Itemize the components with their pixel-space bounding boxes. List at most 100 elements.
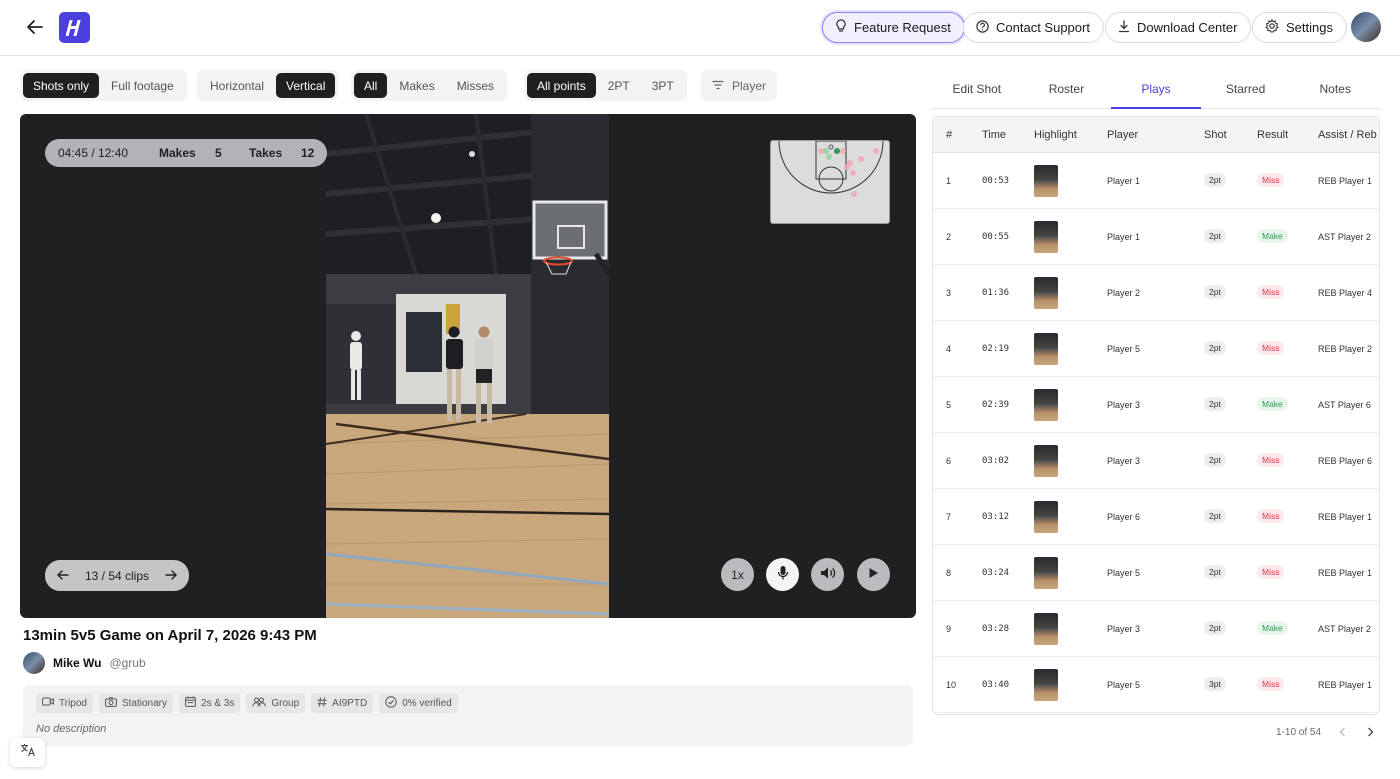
highlight-thumbnail[interactable] xyxy=(1034,333,1058,365)
result-badge: Miss xyxy=(1257,509,1285,523)
filter-3pt[interactable]: 3PT xyxy=(642,73,684,98)
shot-type-badge: 2pt xyxy=(1204,341,1226,355)
result-badge: Make xyxy=(1257,621,1288,635)
filter-makes[interactable]: Makes xyxy=(389,73,444,98)
contact-support-button[interactable]: Contact Support xyxy=(963,12,1104,43)
filter-all[interactable]: All xyxy=(354,73,388,98)
tag-group: Group xyxy=(246,693,306,713)
previous-page-icon[interactable] xyxy=(1335,725,1349,739)
play-button[interactable] xyxy=(857,558,890,591)
row-assist-rebound: REB Player 6 xyxy=(1318,456,1373,466)
result-badge: Miss xyxy=(1257,565,1285,579)
table-row[interactable]: 3 01:36 Player 2 2pt Miss REB Player 4 xyxy=(933,265,1379,321)
row-time: 02:39 xyxy=(982,400,1010,410)
table-row[interactable]: 9 03:28 Player 3 2pt Make AST Player 2 xyxy=(933,601,1379,657)
hash-icon xyxy=(317,696,327,710)
highlight-thumbnail[interactable] xyxy=(1034,277,1058,309)
tab-notes[interactable]: Notes xyxy=(1290,72,1380,108)
row-number: 7 xyxy=(946,512,952,522)
filter-2pt[interactable]: 2PT xyxy=(598,73,640,98)
tab-roster[interactable]: Roster xyxy=(1022,72,1112,108)
filter-shots-only[interactable]: Shots only xyxy=(23,73,100,98)
filter-lines-icon xyxy=(712,79,724,93)
top-header: Feature Request Contact Support Download… xyxy=(0,0,1400,56)
author-name[interactable]: Mike Wu xyxy=(53,656,101,670)
game-meta-box: Tripod Stationary 2s & 3s Group AI9PTD 0… xyxy=(23,685,913,746)
microphone-icon xyxy=(777,565,789,584)
row-number: 4 xyxy=(946,344,952,354)
orientation-filter-group: Horizontal Vertical xyxy=(197,70,339,101)
result-badge: Miss xyxy=(1257,173,1285,187)
highlight-thumbnail[interactable] xyxy=(1034,389,1058,421)
table-row[interactable]: 5 02:39 Player 3 2pt Make AST Player 6 xyxy=(933,377,1379,433)
next-page-icon[interactable] xyxy=(1363,725,1377,739)
tag-label: Stationary xyxy=(121,697,168,709)
filter-vertical[interactable]: Vertical xyxy=(276,73,336,98)
row-player: Player 3 xyxy=(1107,400,1141,410)
highlight-thumbnail[interactable] xyxy=(1034,557,1058,589)
tag-stationary: Stationary xyxy=(98,693,174,713)
microphone-button[interactable] xyxy=(766,558,799,591)
table-row[interactable]: 6 03:02 Player 3 2pt Miss REB Player 6 xyxy=(933,433,1379,489)
highlight-thumbnail[interactable] xyxy=(1034,445,1058,477)
col-time-header: Time xyxy=(982,129,1007,141)
outcome-filter-group: All Makes Misses xyxy=(351,70,508,101)
download-center-button[interactable]: Download Center xyxy=(1105,12,1252,43)
app-logo[interactable] xyxy=(59,12,90,43)
tab-edit-shot[interactable]: Edit Shot xyxy=(932,72,1022,108)
result-badge: Miss xyxy=(1257,453,1285,467)
result-badge: Make xyxy=(1257,397,1288,411)
row-player: Player 5 xyxy=(1107,568,1141,578)
row-assist-rebound: AST Player 2 xyxy=(1318,232,1371,242)
row-assist-rebound: AST Player 6 xyxy=(1318,400,1371,410)
playback-speed-button[interactable]: 1x xyxy=(721,558,754,591)
video-player[interactable]: 04:45 / 12:40 Makes 5 Takes 12 13 / 54 c… xyxy=(20,114,916,618)
feature-request-button[interactable]: Feature Request xyxy=(822,12,965,43)
highlight-thumbnail[interactable] xyxy=(1034,501,1058,533)
filter-full-footage[interactable]: Full footage xyxy=(101,73,184,98)
player-filter-button[interactable]: Player xyxy=(701,70,778,101)
shot-type-badge: 2pt xyxy=(1204,453,1226,467)
table-row[interactable]: 4 02:19 Player 5 2pt Miss REB Player 2 xyxy=(933,321,1379,377)
table-row[interactable]: 7 03:12 Player 6 2pt Miss REB Player 1 xyxy=(933,489,1379,545)
filter-all-points[interactable]: All points xyxy=(527,73,596,98)
highlight-thumbnail[interactable] xyxy=(1034,669,1058,701)
highlight-thumbnail[interactable] xyxy=(1034,165,1058,197)
table-row[interactable]: 8 03:24 Player 5 2pt Miss REB Player 1 xyxy=(933,545,1379,601)
settings-button[interactable]: Settings xyxy=(1252,12,1347,43)
filter-misses[interactable]: Misses xyxy=(447,73,504,98)
back-arrow-icon[interactable] xyxy=(24,16,46,38)
contact-support-label: Contact Support xyxy=(996,20,1090,35)
user-avatar[interactable] xyxy=(1351,12,1381,42)
filter-horizontal[interactable]: Horizontal xyxy=(200,73,274,98)
game-title: 13min 5v5 Game on April 7, 2026 9:43 PM xyxy=(23,627,317,644)
row-time: 03:40 xyxy=(982,680,1010,690)
tab-starred[interactable]: Starred xyxy=(1201,72,1291,108)
highlight-thumbnail[interactable] xyxy=(1034,613,1058,645)
group-icon xyxy=(252,697,267,710)
game-description: No description xyxy=(36,723,107,735)
author-avatar[interactable] xyxy=(23,652,45,674)
shot-type-badge: 2pt xyxy=(1204,509,1226,523)
makes-label: Makes xyxy=(159,146,196,160)
camera-icon xyxy=(105,696,117,710)
tab-plays[interactable]: Plays xyxy=(1111,72,1201,109)
row-player: Player 5 xyxy=(1107,680,1141,690)
previous-clip-icon[interactable] xyxy=(57,569,69,583)
video-timecode: 04:45 / 12:40 xyxy=(58,146,129,160)
table-row[interactable]: 1 00:53 Player 1 2pt Miss REB Player 1 xyxy=(933,153,1379,209)
highlight-thumbnail[interactable] xyxy=(1034,221,1058,253)
row-assist-rebound: REB Player 1 xyxy=(1318,176,1373,186)
help-circle-icon xyxy=(976,19,989,36)
translate-button[interactable] xyxy=(10,738,45,767)
row-player: Player 1 xyxy=(1107,232,1141,242)
volume-button[interactable] xyxy=(811,558,844,591)
verified-icon xyxy=(385,695,397,711)
next-clip-icon[interactable] xyxy=(165,569,177,583)
shot-type-badge: 2pt xyxy=(1204,285,1226,299)
col-shot-header: Shot xyxy=(1204,129,1227,141)
table-row[interactable]: 10 03:40 Player 5 3pt Miss REB Player 1 xyxy=(933,657,1379,713)
row-player: Player 3 xyxy=(1107,624,1141,634)
table-row[interactable]: 2 00:55 Player 1 2pt Make AST Player 2 xyxy=(933,209,1379,265)
tag-label: 2s & 3s xyxy=(201,697,235,709)
